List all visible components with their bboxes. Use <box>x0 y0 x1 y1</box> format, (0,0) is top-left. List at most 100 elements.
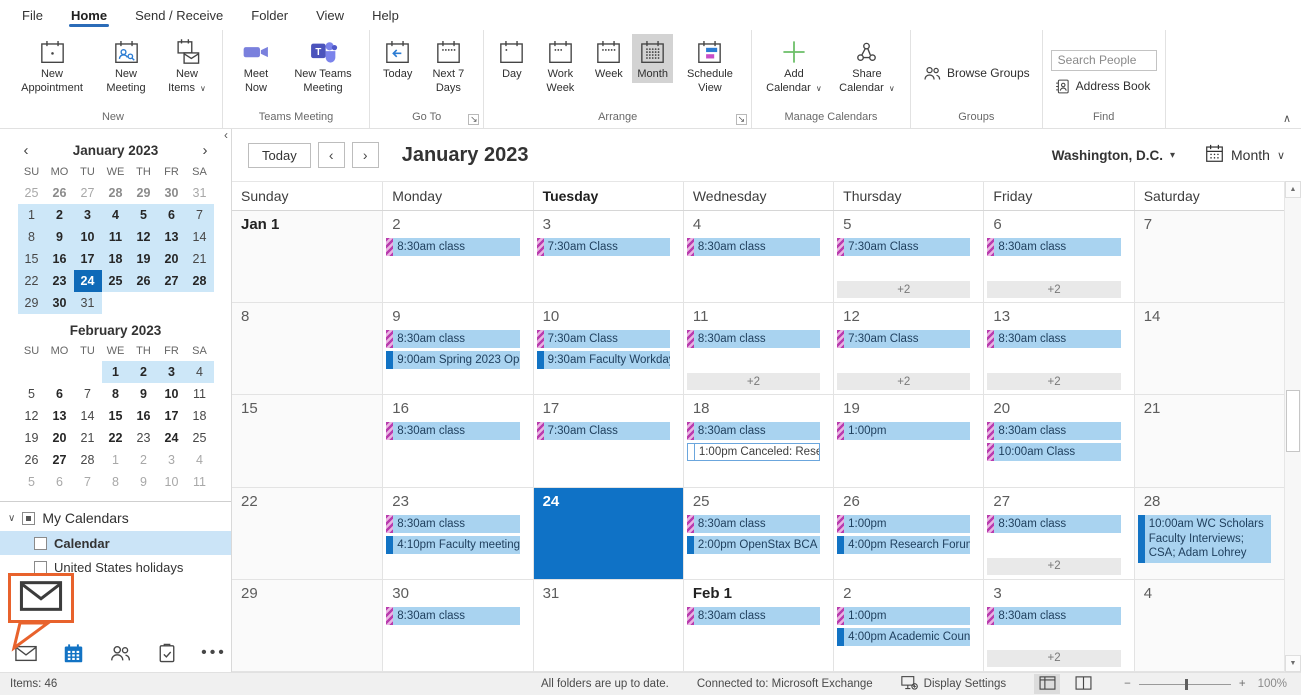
ribbon-button-meet-now[interactable]: Meet Now <box>231 34 281 97</box>
mini-day[interactable]: 22 <box>102 427 130 449</box>
mini-day[interactable]: 24 <box>158 427 186 449</box>
mini-day[interactable]: 1 <box>102 361 130 383</box>
ribbon-button-new-teams-meeting[interactable]: TNew Teams Meeting <box>285 34 361 97</box>
mini-day[interactable]: 19 <box>130 248 158 270</box>
event[interactable]: 8:30am class <box>687 607 820 625</box>
more-events[interactable]: +2 <box>987 373 1120 390</box>
mini-day[interactable]: 26 <box>130 270 158 292</box>
mini-day[interactable]: 22 <box>18 270 46 292</box>
mini-day[interactable]: 15 <box>102 405 130 427</box>
mini-day[interactable]: 17 <box>158 405 186 427</box>
mini-day[interactable]: 2 <box>130 361 158 383</box>
zoom-slider-thumb[interactable] <box>1185 679 1188 690</box>
event[interactable]: 8:30am class <box>687 515 820 533</box>
day-cell-8[interactable]: 8 <box>232 303 382 395</box>
nav-tasks-icon[interactable] <box>155 641 179 665</box>
ribbon-button-new-items[interactable]: New Items ∨ <box>160 34 214 97</box>
mini-day[interactable]: 14 <box>74 405 102 427</box>
day-cell-3[interactable]: 38:30am class+2 <box>983 580 1133 672</box>
day-cell-9[interactable]: 98:30am class9:00am Spring 2023 Ope… <box>382 303 532 395</box>
mini-day[interactable]: 26 <box>18 449 46 471</box>
event[interactable]: 10:00am Class <box>987 443 1120 461</box>
mini-day[interactable]: 31 <box>186 182 214 204</box>
view-selector[interactable]: Month ∨ <box>1205 144 1285 166</box>
day-cell-3[interactable]: 37:30am Class <box>533 211 683 303</box>
ribbon-button-new-meeting[interactable]: New Meeting <box>96 34 156 97</box>
mini-day[interactable]: 13 <box>158 226 186 248</box>
mini-day[interactable]: 10 <box>74 226 102 248</box>
event[interactable]: 1:00pm <box>837 515 970 533</box>
event[interactable]: 8:30am class <box>687 238 820 256</box>
day-cell-30[interactable]: 308:30am class <box>382 580 532 672</box>
mini-day[interactable]: 25 <box>186 427 214 449</box>
day-cell-22[interactable]: 22 <box>232 488 382 580</box>
mini-day[interactable]: 27 <box>158 270 186 292</box>
normal-view-button[interactable] <box>1034 674 1060 694</box>
day-cell-17[interactable]: 177:30am Class <box>533 395 683 487</box>
mini-day[interactable]: 11 <box>102 226 130 248</box>
mini-day[interactable]: 28 <box>102 182 130 204</box>
mini-day[interactable]: 21 <box>74 427 102 449</box>
mini-day[interactable]: 12 <box>130 226 158 248</box>
day-cell-10[interactable]: 107:30am Class9:30am Faculty Workday,… <box>533 303 683 395</box>
event[interactable]: 8:30am class <box>987 607 1120 625</box>
ribbon-button-today[interactable]: Today <box>378 34 417 83</box>
day-cell-31[interactable]: 31 <box>533 580 683 672</box>
calendar-list-item-calendar[interactable]: Calendar <box>0 531 231 555</box>
zoom-control[interactable]: − + 100% <box>1124 678 1287 690</box>
mini-day[interactable]: 2 <box>130 449 158 471</box>
dialog-launcher-icon[interactable]: ↘ <box>468 114 479 125</box>
today-button[interactable]: Today <box>248 143 311 168</box>
mini-day[interactable]: 7 <box>74 383 102 405</box>
mini-day[interactable]: 11 <box>186 383 214 405</box>
mini-day[interactable]: 4 <box>186 449 214 471</box>
day-cell-4[interactable]: 4 <box>1134 580 1284 672</box>
reading-view-button[interactable] <box>1070 674 1096 694</box>
nav-ellipsis-icon[interactable]: ••• <box>202 641 226 665</box>
mini-day[interactable]: 10 <box>158 471 186 493</box>
ribbon-button-next-7-days[interactable]: Next 7 Days <box>421 34 475 97</box>
event[interactable]: 8:30am class <box>987 515 1120 533</box>
event[interactable]: 8:30am class <box>386 607 519 625</box>
event[interactable]: 1:00pm <box>837 607 970 625</box>
event[interactable]: 10:00am WC Scholars Faculty Interviews; … <box>1138 515 1271 563</box>
previous-month-icon[interactable]: ‹ <box>18 142 34 159</box>
day-cell-25[interactable]: 258:30am class2:00pm OpenStax BCA Ex… <box>683 488 833 580</box>
scroll-up-icon[interactable]: ▲ <box>1285 181 1301 198</box>
vertical-scrollbar[interactable]: ▲ ▼ <box>1284 181 1301 672</box>
day-cell-23[interactable]: 238:30am class4:10pm Faculty meeting … <box>382 488 532 580</box>
mini-day[interactable]: 4 <box>102 204 130 226</box>
day-cell-27[interactable]: 278:30am class+2 <box>983 488 1133 580</box>
event[interactable]: 8:30am class <box>687 330 820 348</box>
mini-day[interactable]: 23 <box>130 427 158 449</box>
mini-day[interactable]: 5 <box>130 204 158 226</box>
event[interactable]: 2:00pm OpenStax BCA Ex… <box>687 536 820 554</box>
event[interactable]: 9:30am Faculty Workday,… <box>537 351 670 369</box>
next-month-icon[interactable]: › <box>197 142 213 159</box>
ribbon-button-new-appointment[interactable]: New Appointment <box>12 34 92 97</box>
ribbon-button-day[interactable]: Day <box>492 34 531 83</box>
day-cell-13[interactable]: 138:30am class+2 <box>983 303 1133 395</box>
mini-day[interactable]: 6 <box>158 204 186 226</box>
more-events[interactable]: +2 <box>687 373 820 390</box>
more-events[interactable]: +2 <box>987 558 1120 575</box>
mini-day[interactable]: 16 <box>46 248 74 270</box>
ribbon-button-add-calendar[interactable]: Add Calendar ∨ <box>760 34 828 97</box>
ribbon-button-schedule-view[interactable]: Schedule View <box>677 34 743 97</box>
event[interactable]: 8:30am class <box>987 422 1120 440</box>
mini-day[interactable]: 15 <box>18 248 46 270</box>
collapse-ribbon-icon[interactable]: ∧ <box>1283 112 1291 125</box>
more-events[interactable]: +2 <box>987 281 1120 298</box>
event[interactable]: 7:30am Class <box>537 422 670 440</box>
display-settings-button[interactable]: Display Settings <box>901 675 1006 694</box>
nav-people-icon[interactable] <box>108 641 132 665</box>
mini-day[interactable]: 5 <box>18 471 46 493</box>
mini-day[interactable]: 1 <box>18 204 46 226</box>
scrollbar-thumb[interactable] <box>1286 390 1300 452</box>
mini-day[interactable]: 8 <box>102 383 130 405</box>
mini-day[interactable]: 8 <box>18 226 46 248</box>
event[interactable]: 8:30am class <box>987 330 1120 348</box>
my-calendars-header[interactable]: ∨ My Calendars <box>0 502 231 531</box>
event[interactable]: 4:00pm Academic Counci… <box>837 628 970 646</box>
scrollbar-track[interactable] <box>1285 198 1301 655</box>
